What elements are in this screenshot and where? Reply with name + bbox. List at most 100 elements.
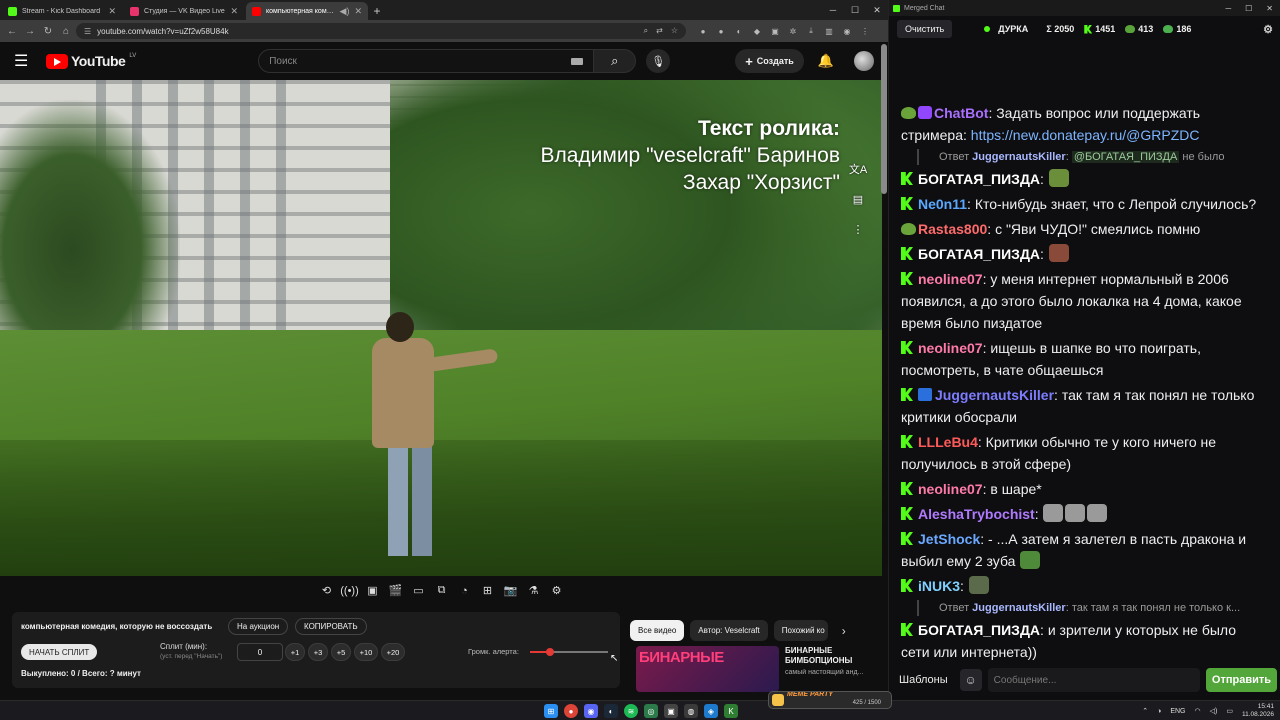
mention[interactable]: @БОГАТАЯ_ПИЗДА [1071,151,1180,163]
volume-knob[interactable] [545,648,554,656]
chat-username[interactable]: JuggernautsKiller [935,387,1054,403]
auction-button[interactable]: На аукцион [228,618,289,635]
close-icon[interactable]: ✕ [230,6,238,17]
extension-icon[interactable]: ◐ [732,24,746,38]
reply-preview[interactable]: Ответ JuggernautsKiller: так там я так п… [917,600,1261,616]
voice-search-button[interactable]: 🎙 [646,49,671,73]
close-icon[interactable]: ✕ [108,6,116,17]
chevron-up-icon[interactable]: ⌃ [1142,707,1148,715]
windows-start-icon[interactable]: ⊞ [544,704,558,718]
reply-username[interactable]: JuggernautsKiller [972,151,1066,163]
app-icon[interactable]: ◈ [704,704,718,718]
reply-username[interactable]: JuggernautsKiller [972,602,1066,614]
minimize-icon[interactable]: ─ [1225,4,1231,13]
message-input[interactable]: Сообщение... [987,668,1200,692]
chat-username[interactable]: AleshaTrybochist [918,506,1035,522]
more-options-icon[interactable]: ⋮ [848,220,868,238]
reload-icon[interactable]: ↻ [40,23,56,39]
app-tray-icon[interactable]: ◑ [1157,708,1161,715]
clapperboard-icon[interactable]: 🎬 [387,582,404,599]
chat-username[interactable]: Ne0n11 [918,196,967,212]
recommended-video-title[interactable]: БИНАРНЫЕ БИМБОПЦИОНЫ [785,646,874,667]
chat-username[interactable]: JetShock [918,531,980,547]
home-icon[interactable]: ⌂ [58,23,74,39]
chat-username[interactable]: БОГАТАЯ_ПИЗДА [918,246,1040,262]
profile-icon[interactable]: ◉ [840,24,854,38]
keyboard-icon[interactable] [571,57,584,65]
gear-icon[interactable]: ⚙ [1263,23,1273,36]
broadcast-icon[interactable]: ((•)) [340,582,359,599]
add-3-button[interactable]: +3 [308,643,328,661]
alert-volume-slider[interactable] [530,648,608,656]
meme-party-widget[interactable]: MEME PARTY 425 / 1500 [768,691,892,709]
add-5-button[interactable]: +5 [331,643,351,661]
bookmark-star-icon[interactable]: ☆ [671,26,678,36]
avatar[interactable] [854,51,874,71]
forward-icon[interactable]: → [22,23,38,39]
close-window-icon[interactable]: ✕ [866,0,888,20]
clear-chat-button[interactable]: Очистить [897,20,953,38]
tab-kick-dashboard[interactable]: Stream - Kick Dashboard ✕ [2,2,122,20]
miniplayer-icon[interactable]: ⧉ [433,582,450,599]
search-button[interactable]: ⌕ [594,49,637,73]
hamburger-menu-icon[interactable]: ☰ [14,51,34,71]
translate-icon[interactable]: 文A [848,160,868,178]
sidebar-icon[interactable]: ▥ [822,24,836,38]
chat-username[interactable]: БОГАТАЯ_ПИЗДА [918,171,1040,187]
puzzle-icon[interactable]: ✲ [786,24,800,38]
chat-username[interactable]: neoline07 [918,340,983,356]
camera-icon[interactable]: 📷 [502,582,519,599]
start-split-button[interactable]: НАЧАТЬ СПЛИТ [21,644,98,660]
menu-icon[interactable]: ⋮ [858,24,872,38]
recommended-video[interactable]: БИНАРНЫЕ БИНАРНЫЕ БИМБОПЦИОНЫ самый наст… [636,646,874,694]
chip-author[interactable]: Автор: Veselcraft [690,620,768,641]
emoji-icon[interactable]: ☺ [959,669,982,691]
video-thumbnail[interactable]: БИНАРНЫЕ [636,646,779,692]
discord-icon[interactable]: ◉ [584,704,598,718]
download-icon[interactable]: ⤓ [804,24,818,38]
extension-icon[interactable]: ◆ [750,24,764,38]
lang-indicator[interactable]: ENG [1170,708,1185,715]
chat-username[interactable]: LLLeBu4 [918,434,978,450]
extension-icon[interactable]: ● [696,24,710,38]
maximize-icon[interactable]: ☐ [1245,4,1252,13]
video-player[interactable]: Текст ролика: Владимир "veselcraft" Бари… [0,80,882,576]
chip-all-videos[interactable]: Все видео [630,620,685,641]
app-icon[interactable]: ▣ [664,704,678,718]
theater-mode-icon[interactable]: ▭ [410,582,427,599]
minimize-icon[interactable]: ─ [822,0,844,20]
app-icon[interactable]: K [724,704,738,718]
translate-icon[interactable]: ⇄ [656,26,663,36]
flask-icon[interactable]: ⚗ [525,582,542,599]
extension-icon[interactable]: ▣ [768,24,782,38]
app-icon[interactable]: ◍ [684,704,698,718]
page-scrollbar[interactable] [881,44,887,194]
wifi-icon[interactable]: ◠ [1194,707,1200,715]
split-minutes-input[interactable]: 0 [237,643,283,661]
site-info-icon[interactable]: ☰ [84,27,91,36]
reply-preview[interactable]: Ответ JuggernautsKiller: @БОГАТАЯ_ПИЗДА … [917,149,1261,165]
chat-username[interactable]: БОГАТАЯ_ПИЗДА [918,622,1040,638]
add-10-button[interactable]: +10 [354,643,378,661]
add-20-button[interactable]: +20 [381,643,405,661]
back-icon[interactable]: ← [4,23,20,39]
chip-similar[interactable]: Похожий ко [773,620,828,641]
send-button[interactable]: Отправить [1205,668,1277,692]
chat-username[interactable]: ChatBot [934,105,988,121]
youtube-logo[interactable]: YouTube LV [46,53,136,69]
search-input[interactable]: Поиск [258,49,595,73]
copy-button[interactable]: КОПИРОВАТЬ [295,618,367,635]
volume-icon[interactable]: ◁) [1210,707,1218,715]
battery-icon[interactable]: ▭ [1226,707,1233,715]
chrome-icon[interactable]: ● [564,704,578,718]
chat-username[interactable]: neoline07 [918,271,983,287]
loop-icon[interactable]: ⟲ [318,582,335,599]
steam-icon[interactable]: ◐ [604,704,618,718]
settings-video-icon[interactable]: ▣ [364,582,381,599]
tab-vk-studio[interactable]: Студия — VK Видео Live ✕ [124,2,244,20]
close-window-icon[interactable]: ✕ [1266,4,1273,13]
extension-icon[interactable]: ● [714,24,728,38]
chat-username[interactable]: Rastas800 [918,221,987,237]
tab-youtube-video[interactable]: компьютерная комедия, к◀)✕ [246,2,368,20]
add-1-button[interactable]: +1 [285,643,305,661]
